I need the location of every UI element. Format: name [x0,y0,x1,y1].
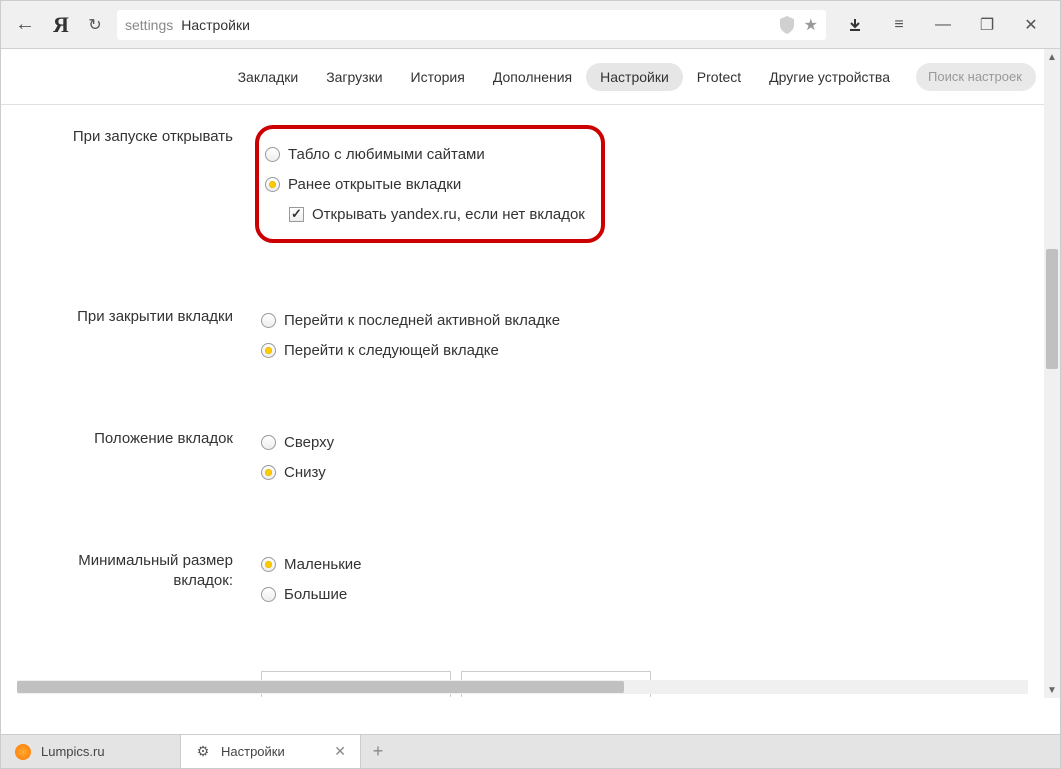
radio-startup-previous-tabs[interactable]: Ранее открытые вкладки [265,169,585,199]
section-close-tab: При закрытии вкладки Перейти к последней… [41,305,1020,365]
radio-position-bottom[interactable]: Снизу [261,457,1020,487]
protect-shield-icon[interactable] [778,16,796,34]
section-label-tab-position: Положение вкладок [41,427,261,487]
section-label-startup: При запуске открывать [41,125,261,243]
nav-tab-загрузки[interactable]: Загрузки [312,63,396,91]
vertical-scrollbar[interactable]: ▲ ▼ [1044,49,1060,698]
horizontal-scrollbar[interactable] [17,680,1028,694]
reload-button[interactable]: ↻ [81,11,109,39]
settings-nav: ЗакладкиЗагрузкиИсторияДополненияНастрой… [1,49,1060,105]
radio-icon [265,177,280,192]
settings-body: При запуске открывать Табло с любимыми с… [1,105,1060,697]
window-close-button[interactable]: ✕ [1010,10,1052,40]
nav-tab-история[interactable]: История [397,63,479,91]
yandex-logo-icon[interactable]: Я [45,9,77,41]
nav-tab-настройки[interactable]: Настройки [586,63,683,91]
nav-tab-другие устройства[interactable]: Другие устройства [755,63,904,91]
checkbox-open-yandex[interactable]: ✓ Открывать yandex.ru, если нет вкладок [289,199,585,229]
radio-size-large[interactable]: Большие [261,579,1020,609]
bookmark-star-icon[interactable]: ★ [804,15,818,35]
search-placeholder: Поиск настроек [928,69,1022,84]
radio-icon [261,557,276,572]
radio-icon [261,587,276,602]
back-button[interactable]: ← [9,9,41,41]
tab-settings[interactable]: ⚙ Настройки ✕ [181,735,361,768]
radio-size-small[interactable]: Маленькие [261,549,1020,579]
section-label-tab-size: Минимальный размер вкладок: [41,549,261,609]
hscroll-thumb[interactable] [17,681,624,693]
nav-tab-дополнения[interactable]: Дополнения [479,63,586,91]
window-minimize-button[interactable]: — [922,10,964,40]
radio-close-next[interactable]: Перейти к следующей вкладке [261,335,1020,365]
address-bar[interactable]: settings Настройки ★ [117,10,826,40]
radio-icon [265,147,280,162]
section-startup: При запуске открывать Табло с любимыми с… [41,125,1020,243]
gear-icon: ⚙ [195,744,211,760]
radio-position-top[interactable]: Сверху [261,427,1020,457]
radio-startup-tablo[interactable]: Табло с любимыми сайтами [265,139,585,169]
browser-tab-strip: Lumpics.ru ⚙ Настройки ✕ + [1,734,1060,768]
tab-lumpics[interactable]: Lumpics.ru [1,735,181,768]
browser-titlebar: ← Я ↻ settings Настройки ★ ≡ — ❐ ✕ [1,1,1060,49]
page-content: ЗакладкиЗагрузкиИсторияДополненияНастрой… [1,49,1060,698]
tab-close-icon[interactable]: ✕ [334,743,346,760]
new-tab-button[interactable]: + [361,735,395,768]
scroll-up-icon[interactable]: ▲ [1044,49,1060,65]
menu-button[interactable]: ≡ [878,10,920,40]
scroll-thumb[interactable] [1046,249,1058,369]
checkbox-icon: ✓ [289,207,304,222]
radio-icon [261,313,276,328]
radio-close-last-active[interactable]: Перейти к последней активной вкладке [261,305,1020,335]
address-url: settings [125,17,173,33]
nav-tab-закладки[interactable]: Закладки [224,63,313,91]
highlight-annotation: Табло с любимыми сайтами Ранее открытые … [255,125,605,243]
downloads-button[interactable] [834,10,876,40]
section-tab-position: Положение вкладок Сверху Снизу [41,427,1020,487]
search-settings-input[interactable]: Поиск настроек [916,63,1036,91]
radio-icon [261,465,276,480]
radio-icon [261,435,276,450]
scroll-down-icon[interactable]: ▼ [1044,682,1060,698]
address-title: Настройки [181,17,250,33]
section-label-close-tab: При закрытии вкладки [41,305,261,365]
radio-icon [261,343,276,358]
favicon-orange-icon [15,744,31,760]
section-tab-size: Минимальный размер вкладок: Маленькие Бо… [41,549,1020,609]
nav-tab-protect[interactable]: Protect [683,63,755,91]
window-maximize-button[interactable]: ❐ [966,10,1008,40]
